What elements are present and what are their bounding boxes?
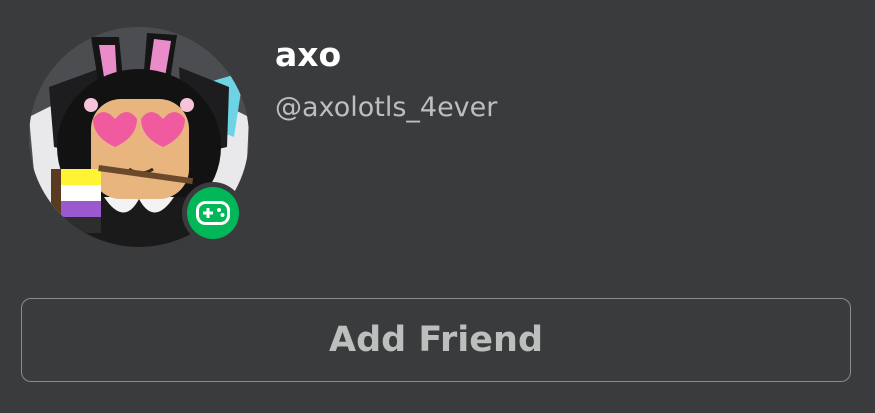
avatar-container[interactable] (29, 27, 249, 247)
add-friend-button[interactable]: Add Friend (21, 298, 851, 382)
gamepad-icon (196, 201, 230, 225)
profile-card: axo @axolotls_4ever Add Friend (0, 0, 875, 413)
presence-badge (182, 182, 244, 244)
username: @axolotls_4ever (275, 92, 498, 123)
display-name: axo (275, 35, 342, 74)
presence-indicator (187, 187, 239, 239)
